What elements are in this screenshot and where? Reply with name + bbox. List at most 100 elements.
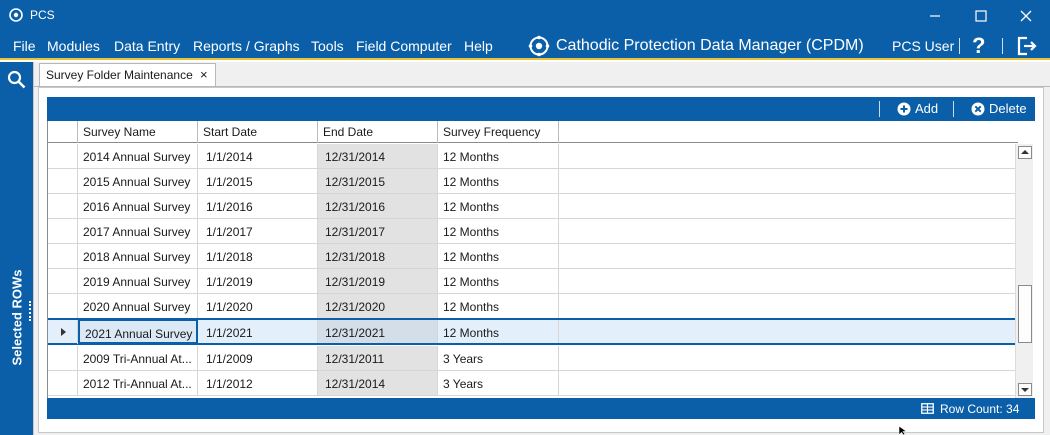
cell-end-date[interactable]: 12/31/2016 bbox=[318, 194, 438, 218]
cell-end-date[interactable]: 12/31/2018 bbox=[318, 244, 438, 268]
cell-survey-frequency[interactable]: 12 Months bbox=[438, 219, 559, 243]
delete-circle-icon bbox=[971, 102, 985, 116]
column-header-end-date[interactable]: End Date bbox=[318, 121, 438, 143]
delete-button[interactable]: Delete bbox=[971, 100, 1029, 118]
table-row[interactable]: 2019 Annual Survey 1/1/2019 12/31/2019 1… bbox=[48, 269, 1018, 294]
cell-start-date[interactable]: 1/1/2021 bbox=[198, 320, 318, 343]
cell-survey-frequency[interactable]: 12 Months bbox=[438, 194, 559, 218]
cell-survey-name[interactable]: 2015 Annual Survey bbox=[78, 169, 198, 193]
app-brand-title: Cathodic Protection Data Manager (CPDM) bbox=[556, 37, 864, 54]
cell-survey-name[interactable]: 2016 Annual Survey bbox=[78, 194, 198, 218]
close-button[interactable] bbox=[1003, 0, 1049, 31]
help-button[interactable]: ? bbox=[972, 33, 985, 59]
row-indicator[interactable] bbox=[48, 219, 78, 243]
table-row[interactable]: 2015 Annual Survey 1/1/2015 12/31/2015 1… bbox=[48, 169, 1018, 194]
cell-survey-frequency[interactable]: 3 Years bbox=[438, 371, 559, 395]
sidebar-resize-grip[interactable] bbox=[29, 301, 31, 321]
table-row-selected[interactable]: 2021 Annual Survey 1/1/2021 12/31/2021 1… bbox=[48, 318, 1018, 345]
cell-end-date[interactable]: 12/31/2011 bbox=[318, 346, 438, 370]
row-count-label: Row Count: bbox=[940, 402, 1003, 416]
toolbar-divider bbox=[953, 101, 954, 117]
column-header-survey-frequency[interactable]: Survey Frequency bbox=[438, 121, 559, 143]
cell-end-date[interactable]: 12/31/2019 bbox=[318, 269, 438, 293]
table-row[interactable]: 2009 Tri-Annual At... 1/1/2009 12/31/201… bbox=[48, 346, 1018, 371]
cell-start-date[interactable]: 1/1/2012 bbox=[198, 371, 318, 395]
table-row[interactable]: 2014 Annual Survey 1/1/2014 12/31/2014 1… bbox=[48, 144, 1018, 169]
cell-start-date[interactable]: 1/1/2017 bbox=[198, 219, 318, 243]
cell-start-date[interactable]: 1/1/2020 bbox=[198, 294, 318, 318]
table-row[interactable]: 2012 Tri-Annual At... 1/1/2012 12/31/201… bbox=[48, 371, 1018, 396]
vertical-scrollbar[interactable] bbox=[1015, 144, 1033, 398]
cell-survey-name[interactable]: 2021 Annual Survey bbox=[78, 319, 198, 344]
scroll-up-button[interactable] bbox=[1018, 146, 1032, 159]
cpdm-logo-icon bbox=[528, 35, 550, 57]
cell-start-date[interactable]: 1/1/2014 bbox=[198, 144, 318, 168]
maximize-icon bbox=[975, 10, 987, 22]
table-row[interactable]: 2017 Annual Survey 1/1/2017 12/31/2017 1… bbox=[48, 219, 1018, 244]
cell-end-date[interactable]: 12/31/2021 bbox=[318, 320, 438, 343]
cell-end-date[interactable]: 12/31/2020 bbox=[318, 294, 438, 318]
cell-survey-frequency[interactable]: 12 Months bbox=[438, 294, 559, 318]
user-menu[interactable]: PCS User bbox=[892, 38, 954, 54]
menu-divider bbox=[1002, 38, 1003, 54]
cell-survey-frequency[interactable]: 12 Months bbox=[438, 269, 559, 293]
cell-start-date[interactable]: 1/1/2015 bbox=[198, 169, 318, 193]
search-icon[interactable] bbox=[7, 70, 26, 89]
cell-survey-name[interactable]: 2017 Annual Survey bbox=[78, 219, 198, 243]
menu-tools[interactable]: Tools bbox=[311, 38, 344, 54]
menu-data-entry[interactable]: Data Entry bbox=[114, 38, 180, 54]
row-indicator[interactable] bbox=[48, 194, 78, 218]
cell-start-date[interactable]: 1/1/2018 bbox=[198, 244, 318, 268]
row-indicator[interactable] bbox=[48, 269, 78, 293]
menu-file[interactable]: File bbox=[13, 38, 36, 54]
minimize-button[interactable] bbox=[912, 0, 958, 31]
menu-help[interactable]: Help bbox=[464, 38, 493, 54]
grid-toolbar: Add Delete bbox=[47, 97, 1035, 121]
cell-end-date[interactable]: 12/31/2014 bbox=[318, 144, 438, 168]
row-indicator[interactable] bbox=[48, 144, 78, 168]
cell-survey-frequency[interactable]: 12 Months bbox=[438, 244, 559, 268]
cell-survey-frequency[interactable]: 12 Months bbox=[438, 144, 559, 168]
menu-field-computer[interactable]: Field Computer bbox=[356, 38, 452, 54]
scroll-thumb[interactable] bbox=[1018, 285, 1032, 343]
menu-modules[interactable]: Modules bbox=[47, 38, 100, 54]
add-button[interactable]: Add bbox=[897, 100, 939, 118]
table-row[interactable]: 2018 Annual Survey 1/1/2018 12/31/2018 1… bbox=[48, 244, 1018, 269]
title-bar: PCS bbox=[0, 0, 1050, 31]
cell-start-date[interactable]: 1/1/2009 bbox=[198, 346, 318, 370]
cell-survey-name[interactable]: 2012 Tri-Annual At... bbox=[78, 371, 198, 395]
row-indicator[interactable] bbox=[48, 294, 78, 318]
cell-survey-frequency[interactable]: 12 Months bbox=[438, 320, 559, 343]
cell-survey-frequency[interactable]: 3 Years bbox=[438, 346, 559, 370]
cell-end-date[interactable]: 12/31/2014 bbox=[318, 371, 438, 395]
column-header-survey-name[interactable]: Survey Name bbox=[78, 121, 198, 143]
tab-survey-folder-maintenance[interactable]: Survey Folder Maintenance × bbox=[39, 63, 216, 86]
cell-survey-name[interactable]: 2019 Annual Survey bbox=[78, 269, 198, 293]
cell-end-date[interactable]: 12/31/2015 bbox=[318, 169, 438, 193]
menu-reports-graphs[interactable]: Reports / Graphs bbox=[193, 38, 300, 54]
cell-start-date[interactable]: 1/1/2016 bbox=[198, 194, 318, 218]
row-indicator[interactable] bbox=[48, 244, 78, 268]
column-header-start-date[interactable]: Start Date bbox=[198, 121, 318, 143]
cell-survey-name[interactable]: 2014 Annual Survey bbox=[78, 144, 198, 168]
cell-survey-name[interactable]: 2020 Annual Survey bbox=[78, 294, 198, 318]
scroll-down-button[interactable] bbox=[1018, 383, 1032, 396]
maximize-button[interactable] bbox=[958, 0, 1004, 31]
logout-icon[interactable] bbox=[1015, 35, 1037, 57]
cell-survey-name[interactable]: 2009 Tri-Annual At... bbox=[78, 346, 198, 370]
cell-end-date[interactable]: 12/31/2017 bbox=[318, 219, 438, 243]
tab-label: Survey Folder Maintenance bbox=[46, 68, 193, 82]
row-indicator[interactable] bbox=[48, 346, 78, 370]
table-row[interactable]: 2016 Annual Survey 1/1/2016 12/31/2016 1… bbox=[48, 194, 1018, 219]
cell-survey-frequency[interactable]: 12 Months bbox=[438, 169, 559, 193]
row-indicator-header bbox=[48, 121, 78, 143]
table-row[interactable]: 2020 Annual Survey 1/1/2020 12/31/2020 1… bbox=[48, 294, 1018, 319]
selected-rows-sidebar[interactable]: Selected ROWs bbox=[0, 62, 33, 435]
close-icon bbox=[1020, 10, 1032, 22]
row-indicator[interactable] bbox=[48, 371, 78, 395]
cell-start-date[interactable]: 1/1/2019 bbox=[198, 269, 318, 293]
row-indicator[interactable] bbox=[48, 169, 78, 193]
cell-survey-name[interactable]: 2018 Annual Survey bbox=[78, 244, 198, 268]
row-indicator[interactable] bbox=[48, 320, 78, 344]
tab-close-icon[interactable]: × bbox=[200, 67, 208, 82]
